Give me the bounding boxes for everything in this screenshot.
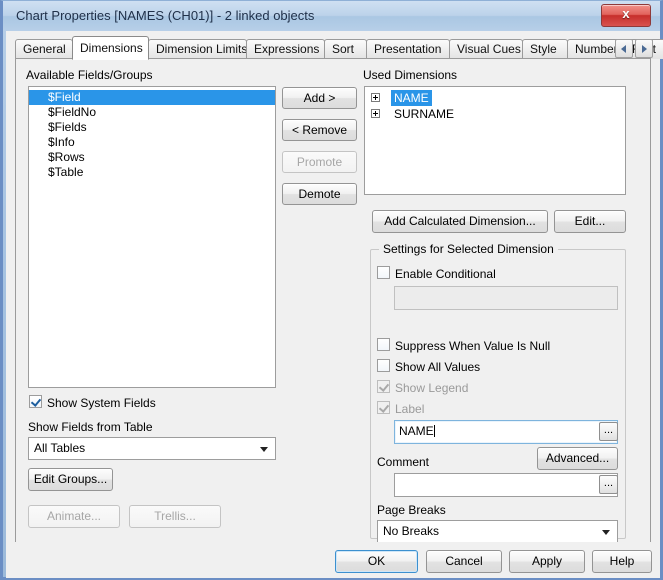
help-button[interactable]: Help bbox=[592, 550, 652, 573]
list-item[interactable]: $Info bbox=[29, 135, 275, 150]
show-fields-from-table-value: All Tables bbox=[34, 441, 86, 455]
expand-icon[interactable] bbox=[371, 109, 380, 118]
comment-ellipsis-button[interactable]: ... bbox=[599, 475, 618, 494]
close-button[interactable]: x bbox=[601, 4, 651, 27]
promote-dimension-button: Promote bbox=[282, 151, 357, 173]
dialog-body: General Dimensions Dimension Limits Expr… bbox=[6, 31, 663, 578]
suppress-when-null-label: Suppress When Value Is Null bbox=[395, 339, 551, 353]
dimension-label-value: NAME bbox=[399, 424, 434, 438]
label-checkbox-label: Label bbox=[395, 402, 425, 416]
list-item[interactable]: $Field bbox=[29, 90, 275, 105]
add-dimension-button[interactable]: Add > bbox=[282, 87, 357, 109]
tab-general[interactable]: General bbox=[15, 39, 73, 59]
tree-item-name[interactable]: NAME bbox=[365, 90, 625, 106]
comment-input[interactable] bbox=[394, 473, 618, 497]
show-all-values-label: Show All Values bbox=[395, 360, 481, 374]
tab-expressions[interactable]: Expressions bbox=[246, 39, 325, 59]
tab-scroll-right-button[interactable] bbox=[635, 39, 653, 58]
title-bar: Chart Properties [NAMES (CH01)] - 2 link… bbox=[3, 1, 660, 31]
used-dimensions-treeview[interactable]: NAME SURNAME bbox=[364, 86, 626, 195]
expand-icon[interactable] bbox=[371, 93, 380, 102]
edit-dimension-button[interactable]: Edit... bbox=[554, 210, 626, 233]
page-breaks-value: No Breaks bbox=[383, 524, 440, 538]
dialog-window: Chart Properties [NAMES (CH01)] - 2 link… bbox=[0, 0, 663, 580]
settings-group-title: Settings for Selected Dimension bbox=[379, 242, 558, 256]
page-breaks-label: Page Breaks bbox=[377, 503, 446, 517]
edit-groups-button[interactable]: Edit Groups... bbox=[28, 468, 113, 491]
enable-conditional-checkbox[interactable] bbox=[377, 266, 390, 279]
chevron-down-icon bbox=[602, 530, 610, 535]
tree-item-surname[interactable]: SURNAME bbox=[365, 106, 625, 122]
suppress-when-null-checkbox[interactable] bbox=[377, 338, 390, 351]
chevron-right-icon bbox=[642, 44, 647, 53]
text-caret bbox=[433, 425, 435, 437]
window-title: Chart Properties [NAMES (CH01)] - 2 link… bbox=[16, 8, 315, 23]
tab-presentation[interactable]: Presentation bbox=[366, 39, 450, 59]
dimension-label-input[interactable]: NAME bbox=[394, 420, 618, 444]
tab-strip: General Dimensions Dimension Limits Expr… bbox=[15, 36, 663, 60]
tab-scroll-left-button[interactable] bbox=[615, 39, 633, 58]
list-item[interactable]: $FieldNo bbox=[29, 105, 275, 120]
tab-style[interactable]: Style bbox=[522, 39, 568, 59]
show-legend-label: Show Legend bbox=[395, 381, 469, 395]
ok-button[interactable]: OK bbox=[335, 550, 418, 573]
show-fields-from-table-label: Show Fields from Table bbox=[28, 420, 153, 434]
enable-conditional-label: Enable Conditional bbox=[395, 267, 496, 281]
show-fields-from-table-combo[interactable]: All Tables bbox=[28, 437, 276, 460]
show-all-values-checkbox[interactable] bbox=[377, 359, 390, 372]
show-system-fields-checkbox[interactable] bbox=[29, 395, 42, 408]
comment-label: Comment bbox=[377, 455, 430, 469]
dimensions-tab-panel: Available Fields/Groups $Field $FieldNo … bbox=[15, 58, 651, 576]
add-calculated-dimension-button[interactable]: Add Calculated Dimension... bbox=[372, 210, 548, 233]
page-breaks-combo[interactable]: No Breaks bbox=[377, 520, 618, 543]
apply-button[interactable]: Apply bbox=[509, 550, 585, 573]
advanced-button[interactable]: Advanced... bbox=[537, 447, 618, 470]
dialog-footer: OK Cancel Apply Help bbox=[6, 542, 660, 578]
demote-dimension-button[interactable]: Demote bbox=[282, 183, 357, 205]
tab-visual-cues[interactable]: Visual Cues bbox=[449, 39, 523, 59]
remove-dimension-button[interactable]: < Remove bbox=[282, 119, 357, 141]
used-dimensions-label: Used Dimensions bbox=[363, 68, 458, 82]
tab-sort[interactable]: Sort bbox=[324, 39, 367, 59]
cancel-button[interactable]: Cancel bbox=[426, 550, 502, 573]
chevron-left-icon bbox=[621, 44, 626, 53]
tab-dimension-limits[interactable]: Dimension Limits bbox=[148, 39, 247, 59]
conditional-expression-input bbox=[394, 286, 618, 310]
tree-item-label: SURNAME bbox=[394, 107, 455, 121]
trellis-button: Trellis... bbox=[129, 505, 221, 528]
tab-dimensions[interactable]: Dimensions bbox=[72, 36, 149, 60]
list-item[interactable]: $Rows bbox=[29, 150, 275, 165]
show-system-fields-label: Show System Fields bbox=[47, 396, 156, 410]
tree-item-label: NAME bbox=[391, 90, 432, 106]
show-legend-checkbox bbox=[377, 380, 390, 393]
close-icon: x bbox=[622, 6, 630, 21]
label-checkbox bbox=[377, 401, 390, 414]
chevron-down-icon bbox=[260, 447, 268, 452]
label-ellipsis-button[interactable]: ... bbox=[599, 422, 618, 441]
list-item[interactable]: $Table bbox=[29, 165, 275, 180]
animate-button: Animate... bbox=[28, 505, 120, 528]
list-item[interactable]: $Fields bbox=[29, 120, 275, 135]
available-fields-listbox[interactable]: $Field $FieldNo $Fields $Info $Rows $Tab… bbox=[28, 86, 276, 388]
available-fields-label: Available Fields/Groups bbox=[26, 68, 153, 82]
